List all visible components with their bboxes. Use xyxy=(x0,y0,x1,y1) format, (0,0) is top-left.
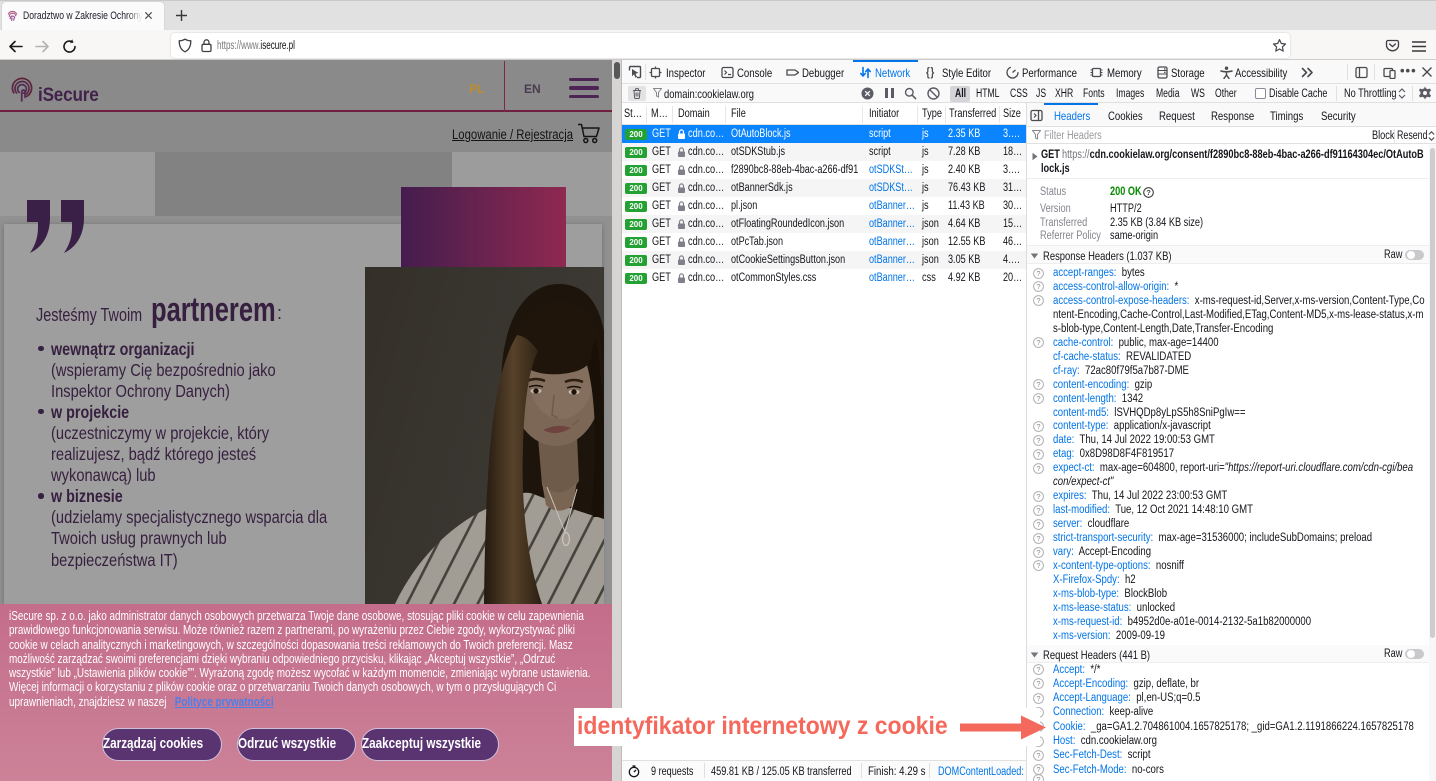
svg-text:?: ? xyxy=(1036,394,1040,403)
svg-text:?: ? xyxy=(1036,561,1040,570)
svg-text:?: ? xyxy=(1036,679,1040,688)
svg-text:?: ? xyxy=(1036,751,1040,760)
svg-text:?: ? xyxy=(1146,188,1151,197)
svg-text:?: ? xyxy=(1036,694,1040,703)
svg-text:?: ? xyxy=(1036,269,1040,278)
svg-text:?: ? xyxy=(1036,520,1040,529)
svg-text:?: ? xyxy=(1036,665,1040,674)
svg-text:?: ? xyxy=(1036,296,1040,305)
svg-text:?: ? xyxy=(1036,765,1040,774)
svg-text:?: ? xyxy=(1036,450,1040,459)
svg-text:?: ? xyxy=(1036,775,1040,781)
svg-text:?: ? xyxy=(1036,548,1040,557)
svg-text:?: ? xyxy=(1036,338,1040,347)
svg-text:?: ? xyxy=(1036,436,1040,445)
svg-text:?: ? xyxy=(1036,380,1040,389)
svg-text:?: ? xyxy=(1036,282,1040,291)
svg-text:?: ? xyxy=(1036,492,1040,501)
svg-text:?: ? xyxy=(1036,464,1040,473)
svg-text:?: ? xyxy=(1036,534,1040,543)
svg-text:?: ? xyxy=(1036,506,1040,515)
svg-text:?: ? xyxy=(1036,422,1040,431)
